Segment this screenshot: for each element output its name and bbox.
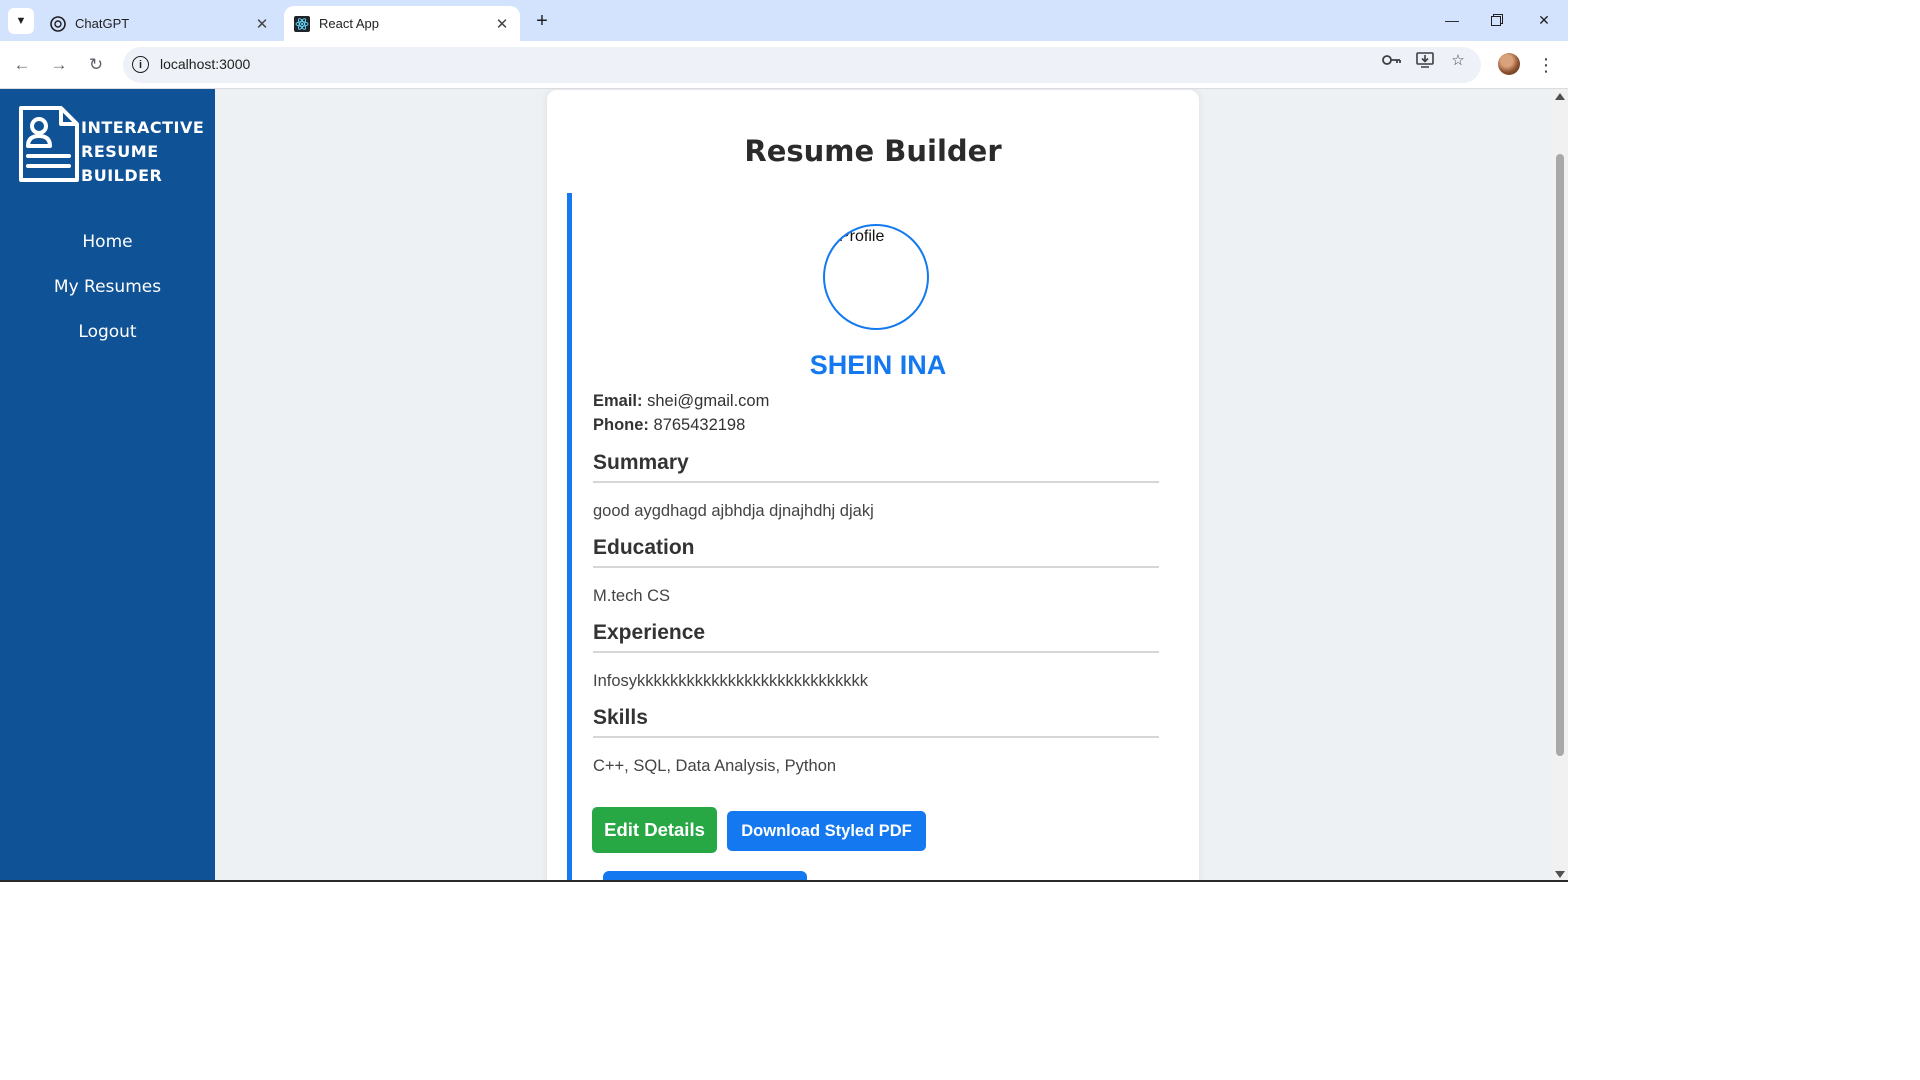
back-arrow-icon[interactable]: ← <box>10 53 34 77</box>
close-tab-icon[interactable]: ✕ <box>252 14 272 34</box>
chatgpt-icon <box>50 15 66 32</box>
tab-chatgpt[interactable]: ChatGPT ✕ <box>40 6 280 41</box>
scroll-down-arrow-icon[interactable] <box>1555 871 1565 878</box>
experience-heading: Experience <box>593 621 1159 653</box>
install-app-icon[interactable] <box>1415 51 1435 69</box>
nav-logout[interactable]: Logout <box>0 322 215 342</box>
react-icon <box>294 15 310 32</box>
chevron-down-icon: ▼ <box>15 15 27 27</box>
window-bottom-edge <box>0 880 1568 882</box>
tab-search-button[interactable]: ▼ <box>8 8 34 34</box>
phone-line: Phone: 8765432198 <box>593 416 745 435</box>
restore-window-icon[interactable] <box>1485 8 1509 32</box>
logo-line: INTERACTIVE <box>81 118 205 137</box>
resume-document-icon <box>19 106 79 182</box>
site-info-icon[interactable]: i <box>132 56 149 73</box>
experience-text: Infosykkkkkkkkkkkkkkkkkkkkkkkkkkkk <box>593 672 869 690</box>
address-bar[interactable]: i localhost:3000 <box>123 47 1481 83</box>
education-text: M.tech CS <box>593 587 671 605</box>
close-tab-icon[interactable]: ✕ <box>492 14 512 34</box>
bookmark-star-icon[interactable]: ☆ <box>1448 51 1468 69</box>
email-label: Email: <box>593 392 643 410</box>
scrollbar-thumb[interactable] <box>1556 154 1564 756</box>
new-tab-plus-icon[interactable]: + <box>530 9 554 33</box>
tab-react-app[interactable]: React App ✕ <box>284 6 520 41</box>
close-window-icon[interactable]: ✕ <box>1532 8 1556 32</box>
download-styled-pdf-button[interactable]: Download Styled PDF <box>727 811 926 851</box>
education-heading: Education <box>593 536 1159 568</box>
sidebar: INTERACTIVE RESUME BUILDER Home My Resum… <box>0 89 215 882</box>
app-logo[interactable]: INTERACTIVE RESUME BUILDER <box>17 104 207 185</box>
profile-photo: Profile <box>823 224 929 330</box>
tab-title: React App <box>319 16 379 31</box>
email-line: Email: shei@gmail.com <box>593 392 769 411</box>
url-text[interactable]: localhost:3000 <box>160 56 250 72</box>
forward-arrow-icon[interactable]: → <box>47 53 71 77</box>
browser-toolbar: ← → ↻ i localhost:3000 ☆ ⋮ <box>0 41 1568 89</box>
browser-tab-strip: ▼ ChatGPT ✕ React App ✕ + — ✕ <box>0 0 1568 41</box>
app-viewport: INTERACTIVE RESUME BUILDER Home My Resum… <box>0 89 1568 882</box>
nav-home[interactable]: Home <box>0 232 215 252</box>
resume-preview: Profile SHEIN INA Email: shei@gmail.com … <box>567 193 1179 882</box>
phone-value: 8765432198 <box>653 416 746 434</box>
profile-avatar[interactable] <box>1498 53 1520 75</box>
password-key-icon[interactable] <box>1382 51 1402 69</box>
page-scrollbar[interactable] <box>1552 89 1568 882</box>
more-menu-icon[interactable]: ⋮ <box>1536 53 1556 77</box>
reload-icon[interactable]: ↻ <box>84 53 108 77</box>
logo-line: BUILDER <box>81 166 163 185</box>
resume-card: Resume Builder Profile SHEIN INA Email: … <box>547 90 1199 882</box>
profile-photo-alt-text: Profile <box>839 228 885 245</box>
logo-text: INTERACTIVE RESUME BUILDER <box>81 116 205 185</box>
page-title: Resume Builder <box>744 134 1002 168</box>
summary-text: good aygdhagd ajbhdja djnajhdhj djakj <box>593 502 874 520</box>
scroll-up-arrow-icon[interactable] <box>1555 93 1565 100</box>
email-value: shei@gmail.com <box>647 392 770 410</box>
resume-name: SHEIN INA <box>809 350 947 380</box>
summary-heading: Summary <box>593 451 1159 483</box>
tab-title: ChatGPT <box>75 16 130 31</box>
skills-text: C++, SQL, Data Analysis, Python <box>593 757 837 775</box>
edit-details-button[interactable]: Edit Details <box>592 807 717 853</box>
logo-line: RESUME <box>81 142 159 161</box>
skills-heading: Skills <box>593 706 1159 738</box>
minimize-icon[interactable]: — <box>1440 8 1464 32</box>
nav-my-resumes[interactable]: My Resumes <box>0 277 215 297</box>
phone-label: Phone: <box>593 416 649 434</box>
